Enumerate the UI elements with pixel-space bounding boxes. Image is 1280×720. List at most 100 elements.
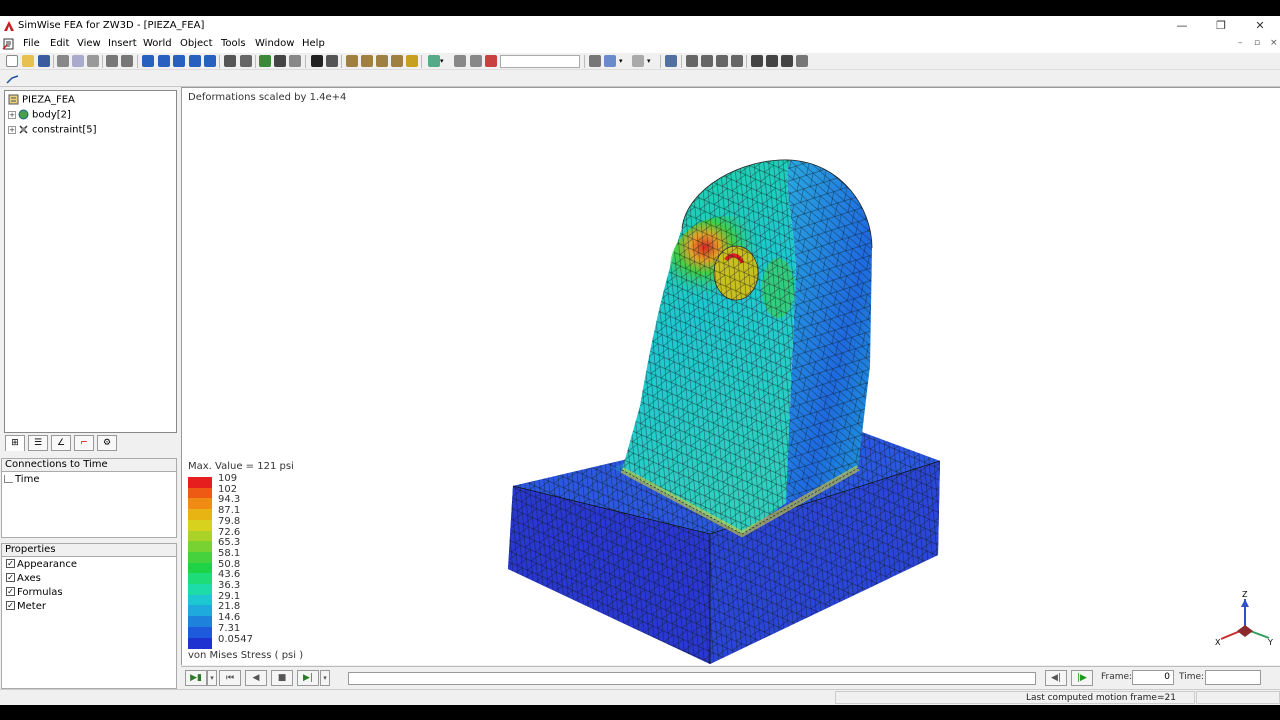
property-axes[interactable]: ✓ Axes [6,572,41,586]
display-icon[interactable] [632,55,644,67]
connection-item-time[interactable]: Time [4,474,39,487]
point-icon[interactable] [428,55,440,67]
tab-gear-icon[interactable]: ⚙ [97,435,117,451]
view-icon[interactable] [224,55,236,67]
minimize-button[interactable]: — [1168,18,1196,34]
run-icon[interactable] [751,55,763,67]
menu-window[interactable]: Window [255,38,294,49]
select-arrow-icon[interactable] [311,55,323,67]
snap-icon[interactable] [274,55,286,67]
checkbox-appearance[interactable]: ✓ [6,558,15,568]
checkbox-axes[interactable]: ✓ [6,572,15,582]
property-formulas[interactable]: ✓ Formulas [6,586,63,600]
undo-icon[interactable] [106,55,118,67]
time-input[interactable] [1205,670,1261,685]
cut-icon[interactable] [57,55,69,67]
checkbox-formulas[interactable]: ✓ [6,586,15,596]
document-icon[interactable] [2,37,16,51]
zoom-icon[interactable] [189,55,201,67]
copy-icon[interactable] [72,55,84,67]
play-mode-button[interactable]: ▶| [297,670,319,686]
menu-help[interactable]: Help [302,38,325,49]
zoom-fit-icon[interactable] [204,55,216,67]
play-button[interactable]: |▶ [1071,670,1093,686]
light-dropdown-chevron-down-icon[interactable]: ▾ [619,55,627,67]
tree-root-label: PIEZA_FEA [22,94,75,106]
record-dropdown-chevron-down-icon[interactable]: ▾ [207,670,217,686]
property-meter[interactable]: ✓ Meter [6,600,46,614]
tree-root[interactable]: PIEZA_FEA [8,94,75,108]
frame-input[interactable]: 0 [1132,670,1174,685]
tab-list-icon[interactable]: ☰ [28,435,48,451]
actuator-icon[interactable] [485,55,497,67]
axis-triad-icon[interactable]: Z X Y [1215,591,1275,649]
step-back-button[interactable]: ◀ [245,670,267,686]
menu-edit[interactable]: Edit [50,38,69,49]
new-file-icon[interactable] [6,55,18,67]
reset-icon[interactable] [766,55,778,67]
sketch-tool-icon[interactable] [6,73,19,85]
camera-icon[interactable] [589,55,601,67]
select-mode-icon[interactable] [326,55,338,67]
mesh-tool-icon[interactable] [406,55,418,67]
step-icon[interactable] [781,55,793,67]
menu-file[interactable]: File [23,38,40,49]
tab-tree-icon[interactable]: ⊞ [5,435,25,451]
section-icon[interactable] [240,55,252,67]
load-tool-icon[interactable] [391,55,403,67]
layers-icon[interactable] [665,55,677,67]
pan-icon[interactable] [158,55,170,67]
properties-header: Properties [1,543,177,557]
grid-icon[interactable] [259,55,271,67]
rewind-button[interactable]: ⏮ [219,670,241,686]
stop-button[interactable]: ■ [271,670,293,686]
mdi-close-button[interactable]: × [1270,38,1278,48]
restore-button[interactable]: ❐ [1207,18,1235,34]
toolbar-search-input[interactable] [500,55,580,68]
joint-tool-icon[interactable] [361,55,373,67]
rotate-icon[interactable] [173,55,185,67]
meter-icon[interactable] [796,55,808,67]
tree-tabs: ⊞ ☰ ∠ ⌐ ⚙ [4,434,177,454]
display-dropdown-chevron-down-icon[interactable]: ▾ [647,55,655,67]
record-button[interactable]: ▶▮ [185,670,207,686]
redo-icon[interactable] [121,55,133,67]
legend-swatch [188,519,212,531]
checkbox-meter[interactable]: ✓ [6,600,15,610]
point-dropdown-chevron-down-icon[interactable]: ▾ [440,55,448,67]
property-appearance[interactable]: ✓ Appearance [6,558,77,572]
hidden-line-view-icon[interactable] [716,55,728,67]
expand-icon[interactable]: + [8,110,16,119]
fea-model-render[interactable] [182,88,1280,665]
spring-icon[interactable] [454,55,466,67]
paste-icon[interactable] [87,55,99,67]
tree-item-body[interactable]: + body[2] [8,109,71,123]
wireframe-view-icon[interactable] [701,55,713,67]
measure-icon[interactable] [289,55,301,67]
menu-world[interactable]: World [143,38,172,49]
mdi-minimize-button[interactable]: – [1238,38,1243,48]
step-back-frame-button[interactable]: ◀| [1045,670,1067,686]
menu-tools[interactable]: Tools [221,38,246,49]
menu-object[interactable]: Object [180,38,213,49]
close-button[interactable]: ✕ [1246,18,1274,34]
outline-view-icon[interactable] [731,55,743,67]
save-icon[interactable] [38,55,50,67]
shaded-view-icon[interactable] [686,55,698,67]
time-slider[interactable] [348,672,1036,685]
tab-graph-icon[interactable]: ∠ [51,435,71,451]
3d-viewport[interactable]: Deformations scaled by 1.4e+4 Max. Value… [181,87,1280,665]
tree-item-constraint[interactable]: + constraint[5] [8,124,97,138]
expand-icon[interactable]: + [8,125,16,134]
menu-view[interactable]: View [77,38,101,49]
play-mode-dropdown-chevron-down-icon[interactable]: ▾ [320,670,330,686]
menu-insert[interactable]: Insert [108,38,137,49]
body-tool-icon[interactable] [346,55,358,67]
constraint-tool-icon[interactable] [376,55,388,67]
tab-curve-icon[interactable]: ⌐ [74,435,94,451]
open-folder-icon[interactable] [22,55,34,67]
mdi-restore-button[interactable]: ▫ [1254,38,1260,48]
damper-icon[interactable] [470,55,482,67]
light-icon[interactable] [604,55,616,67]
move-icon[interactable] [142,55,154,67]
